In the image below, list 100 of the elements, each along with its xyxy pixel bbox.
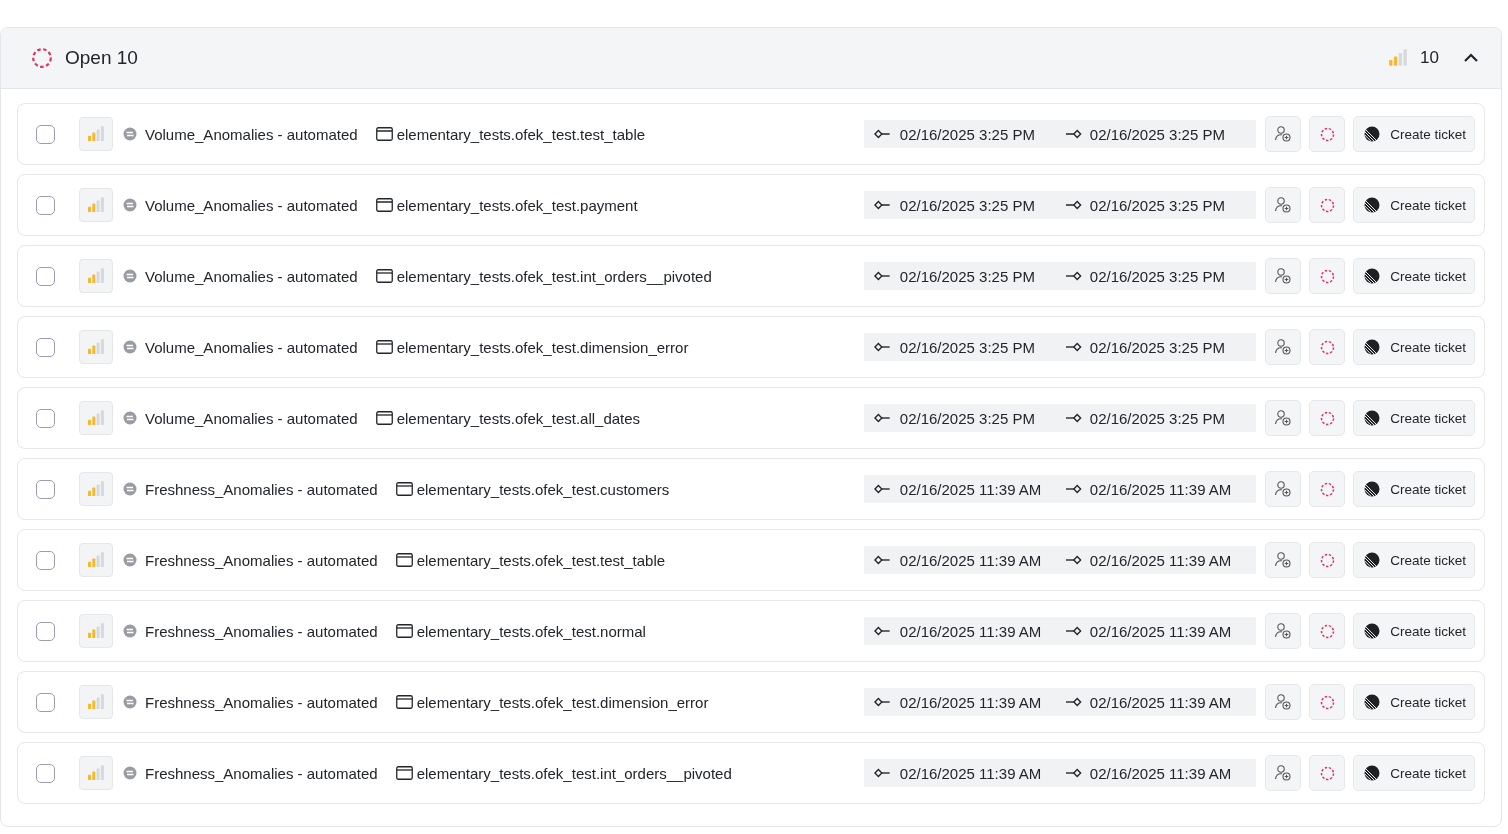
- table-name[interactable]: elementary_tests.ofek_test.all_dates: [396, 409, 865, 427]
- alert-row[interactable]: Volume_Anomalies - automated elementary_tests.ofek_test.test_table 02/16/2025 3:25 PM 02/16/2025 3:25 PM Create ticket: [17, 103, 1485, 165]
- start-node-icon: [874, 342, 892, 352]
- test-type-icon: [123, 127, 137, 141]
- create-ticket-button[interactable]: Create ticket: [1353, 684, 1475, 720]
- status-button[interactable]: [1309, 116, 1346, 152]
- test-name: Volume_Anomalies - automated: [145, 338, 358, 356]
- assign-user-button[interactable]: [1265, 755, 1302, 791]
- row-checkbox[interactable]: [36, 763, 55, 783]
- status-button[interactable]: [1309, 542, 1346, 578]
- dashed-circle-icon: [1319, 694, 1335, 710]
- status-button[interactable]: [1309, 258, 1346, 294]
- user-plus-icon: [1274, 267, 1293, 285]
- table-name[interactable]: elementary_tests.ofek_test.payment: [396, 196, 865, 214]
- chevron-up-icon[interactable]: [1463, 53, 1479, 63]
- status-button[interactable]: [1309, 400, 1346, 436]
- create-ticket-button[interactable]: Create ticket: [1353, 755, 1475, 791]
- row-checkbox[interactable]: [36, 337, 55, 357]
- end-time: 02/16/2025 11:39 AM: [1089, 693, 1233, 711]
- start-node-icon: [874, 200, 892, 210]
- alert-row[interactable]: Freshness_Anomalies - automated elementary_tests.ofek_test.dimension_error 02/16/2025 11:39 AM 02/16/2025 11:39 AM Create ticket: [17, 671, 1485, 733]
- row-checkbox[interactable]: [36, 124, 55, 144]
- user-plus-icon: [1274, 622, 1293, 640]
- start-time: 02/16/2025 11:39 AM: [899, 480, 1043, 498]
- end-node-icon: [1064, 768, 1082, 778]
- table-name[interactable]: elementary_tests.ofek_test.int_orders__pivoted: [396, 267, 865, 285]
- assign-user-button[interactable]: [1265, 684, 1302, 720]
- alert-row[interactable]: Freshness_Anomalies - automated elementary_tests.ofek_test.normal 02/16/2025 11:39 AM 02/16/2025 11:39 AM Create ticket: [17, 600, 1485, 662]
- row-checkbox[interactable]: [36, 195, 55, 215]
- end-time: 02/16/2025 3:25 PM: [1089, 267, 1226, 285]
- table-icon: [375, 127, 393, 141]
- start-time: 02/16/2025 11:39 AM: [899, 622, 1043, 640]
- status-button[interactable]: [1309, 187, 1346, 223]
- create-ticket-button[interactable]: Create ticket: [1353, 471, 1475, 507]
- striped-circle-icon: [1364, 623, 1381, 639]
- start-node-icon: [874, 129, 892, 139]
- end-time: 02/16/2025 3:25 PM: [1089, 338, 1226, 356]
- table-name[interactable]: elementary_tests.ofek_test.test_table: [396, 125, 865, 143]
- row-checkbox[interactable]: [36, 621, 55, 641]
- start-time: 02/16/2025 3:25 PM: [899, 409, 1036, 427]
- status-button[interactable]: [1309, 613, 1346, 649]
- test-type-icon: [123, 553, 137, 567]
- table-name[interactable]: elementary_tests.ofek_test.test_table: [416, 551, 865, 569]
- user-plus-icon: [1274, 480, 1293, 498]
- test-type-icon: [123, 766, 137, 780]
- alert-row[interactable]: Freshness_Anomalies - automated elementary_tests.ofek_test.test_table 02/16/2025 11:39 AM 02/16/2025 11:39 AM Create ticket: [17, 529, 1485, 591]
- create-ticket-button[interactable]: Create ticket: [1353, 116, 1475, 152]
- table-name[interactable]: elementary_tests.ofek_test.normal: [416, 622, 865, 640]
- alert-row[interactable]: Volume_Anomalies - automated elementary_tests.ofek_test.all_dates 02/16/2025 3:25 PM 02/16/2025 3:25 PM Create ticket: [17, 387, 1485, 449]
- end-node-icon: [1064, 342, 1082, 352]
- create-ticket-button[interactable]: Create ticket: [1353, 329, 1475, 365]
- start-node-icon: [874, 768, 892, 778]
- status-button[interactable]: [1309, 471, 1346, 507]
- assign-user-button[interactable]: [1265, 471, 1302, 507]
- row-checkbox[interactable]: [36, 692, 55, 712]
- assign-user-button[interactable]: [1265, 613, 1302, 649]
- table-name[interactable]: elementary_tests.ofek_test.dimension_error: [416, 693, 865, 711]
- create-ticket-button[interactable]: Create ticket: [1353, 187, 1475, 223]
- test-name: Freshness_Anomalies - automated: [145, 480, 378, 498]
- striped-circle-icon: [1364, 410, 1381, 426]
- test-name: Freshness_Anomalies - automated: [145, 551, 378, 569]
- create-ticket-button[interactable]: Create ticket: [1353, 258, 1475, 294]
- assign-user-button[interactable]: [1265, 329, 1302, 365]
- dashed-circle-icon: [1319, 410, 1335, 426]
- assign-user-button[interactable]: [1265, 116, 1302, 152]
- table-icon: [395, 482, 413, 496]
- start-node-icon: [874, 555, 892, 565]
- table-name[interactable]: elementary_tests.ofek_test.dimension_error: [396, 338, 865, 356]
- dashed-circle-icon: [1319, 126, 1335, 142]
- create-ticket-button[interactable]: Create ticket: [1353, 400, 1475, 436]
- alert-row[interactable]: Volume_Anomalies - automated elementary_tests.ofek_test.dimension_error 02/16/2025 3:25 PM 02/16/2025 3:25 PM Create ticket: [17, 316, 1485, 378]
- dashed-circle-icon: [1319, 268, 1335, 284]
- assign-user-button[interactable]: [1265, 187, 1302, 223]
- end-node-icon: [1064, 484, 1082, 494]
- status-button[interactable]: [1309, 755, 1346, 791]
- test-type-icon: [123, 411, 137, 425]
- end-node-icon: [1064, 129, 1082, 139]
- create-ticket-button[interactable]: Create ticket: [1353, 613, 1475, 649]
- group-title: Open 10: [65, 47, 139, 69]
- dashed-circle-icon: [1319, 765, 1335, 781]
- status-button[interactable]: [1309, 329, 1346, 365]
- row-checkbox[interactable]: [36, 266, 55, 286]
- table-icon: [375, 269, 393, 283]
- assign-user-button[interactable]: [1265, 400, 1302, 436]
- assign-user-button[interactable]: [1265, 258, 1302, 294]
- table-name[interactable]: elementary_tests.ofek_test.int_orders__pivoted: [416, 764, 865, 782]
- striped-circle-icon: [1364, 552, 1381, 568]
- table-icon: [375, 340, 393, 354]
- row-checkbox[interactable]: [36, 479, 55, 499]
- create-ticket-button[interactable]: Create ticket: [1353, 542, 1475, 578]
- alert-row[interactable]: Volume_Anomalies - automated elementary_tests.ofek_test.int_orders__pivoted 02/16/2025 3:25 PM 02/16/2025 3:25 PM Create ticket: [17, 245, 1485, 307]
- assign-user-button[interactable]: [1265, 542, 1302, 578]
- test-type-icon: [123, 482, 137, 496]
- alert-row[interactable]: Freshness_Anomalies - automated elementary_tests.ofek_test.customers 02/16/2025 11:39 AM 02/16/2025 11:39 AM Create ticket: [17, 458, 1485, 520]
- table-name[interactable]: elementary_tests.ofek_test.customers: [416, 480, 865, 498]
- row-checkbox[interactable]: [36, 408, 55, 428]
- alert-row[interactable]: Volume_Anomalies - automated elementary_tests.ofek_test.payment 02/16/2025 3:25 PM 02/16/2025 3:25 PM Create ticket: [17, 174, 1485, 236]
- alert-row[interactable]: Freshness_Anomalies - automated elementary_tests.ofek_test.int_orders__pivoted 02/16/2025 11:39 AM 02/16/2025 11:39 AM Create ticket: [17, 742, 1485, 804]
- row-checkbox[interactable]: [36, 550, 55, 570]
- status-button[interactable]: [1309, 684, 1346, 720]
